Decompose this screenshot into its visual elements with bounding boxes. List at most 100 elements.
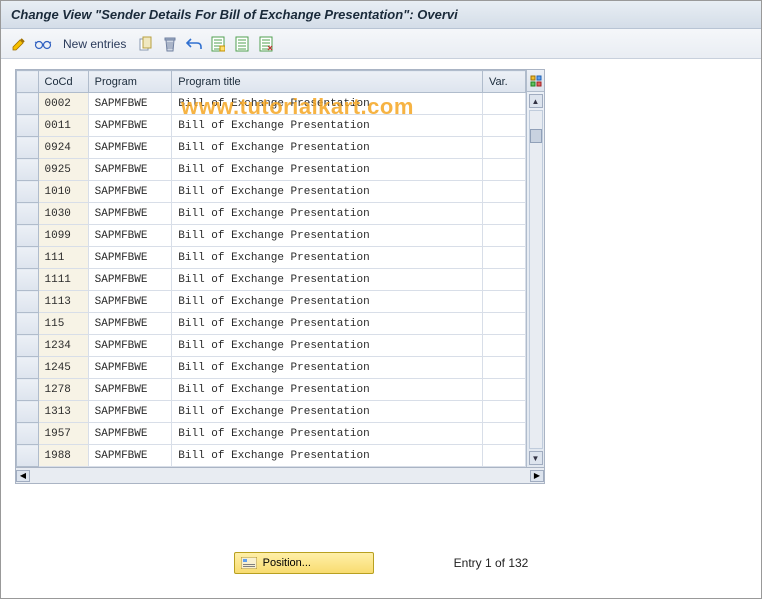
cell-program-title[interactable]: Bill of Exchange Presentation	[172, 115, 483, 137]
row-selector[interactable]	[17, 181, 39, 203]
cell-cocd[interactable]: 0002	[38, 93, 88, 115]
cell-cocd[interactable]: 1030	[38, 203, 88, 225]
cell-var[interactable]	[482, 445, 525, 467]
cell-program[interactable]: SAPMFBWE	[88, 225, 172, 247]
row-selector[interactable]	[17, 357, 39, 379]
cell-cocd[interactable]: 115	[38, 313, 88, 335]
cell-var[interactable]	[482, 247, 525, 269]
cell-var[interactable]	[482, 423, 525, 445]
scroll-up-icon[interactable]: ▲	[529, 94, 543, 108]
col-cocd[interactable]: CoCd	[38, 71, 88, 93]
col-var[interactable]: Var.	[482, 71, 525, 93]
table-row[interactable]: 1313SAPMFBWEBill of Exchange Presentatio…	[17, 401, 526, 423]
cell-program[interactable]: SAPMFBWE	[88, 137, 172, 159]
table-row[interactable]: 0002SAPMFBWEBill of Exchange Presentatio…	[17, 93, 526, 115]
horizontal-scrollbar[interactable]: ◀ ▶	[15, 468, 545, 484]
row-selector[interactable]	[17, 159, 39, 181]
table-row[interactable]: 1111SAPMFBWEBill of Exchange Presentatio…	[17, 269, 526, 291]
cell-program-title[interactable]: Bill of Exchange Presentation	[172, 203, 483, 225]
row-selector[interactable]	[17, 291, 39, 313]
table-row[interactable]: 1957SAPMFBWEBill of Exchange Presentatio…	[17, 423, 526, 445]
cell-cocd[interactable]: 1010	[38, 181, 88, 203]
deselect-all-icon[interactable]	[256, 34, 276, 54]
cell-program[interactable]: SAPMFBWE	[88, 269, 172, 291]
cell-program-title[interactable]: Bill of Exchange Presentation	[172, 181, 483, 203]
table-row[interactable]: 0925SAPMFBWEBill of Exchange Presentatio…	[17, 159, 526, 181]
row-selector[interactable]	[17, 137, 39, 159]
table-row[interactable]: 1245SAPMFBWEBill of Exchange Presentatio…	[17, 357, 526, 379]
scroll-track[interactable]	[529, 110, 543, 449]
cell-program-title[interactable]: Bill of Exchange Presentation	[172, 335, 483, 357]
delete-icon[interactable]	[160, 34, 180, 54]
table-row[interactable]: 1234SAPMFBWEBill of Exchange Presentatio…	[17, 335, 526, 357]
row-selector[interactable]	[17, 115, 39, 137]
display-change-icon[interactable]	[9, 34, 29, 54]
cell-var[interactable]	[482, 269, 525, 291]
row-selector[interactable]	[17, 203, 39, 225]
cell-program[interactable]: SAPMFBWE	[88, 445, 172, 467]
cell-program-title[interactable]: Bill of Exchange Presentation	[172, 159, 483, 181]
cell-program-title[interactable]: Bill of Exchange Presentation	[172, 93, 483, 115]
table-row[interactable]: 1099SAPMFBWEBill of Exchange Presentatio…	[17, 225, 526, 247]
cell-var[interactable]	[482, 335, 525, 357]
cell-cocd[interactable]: 1278	[38, 379, 88, 401]
table-row[interactable]: 115SAPMFBWEBill of Exchange Presentation	[17, 313, 526, 335]
row-selector[interactable]	[17, 379, 39, 401]
cell-var[interactable]	[482, 93, 525, 115]
cell-program-title[interactable]: Bill of Exchange Presentation	[172, 137, 483, 159]
cell-program-title[interactable]: Bill of Exchange Presentation	[172, 313, 483, 335]
row-selector[interactable]	[17, 423, 39, 445]
undo-icon[interactable]	[184, 34, 204, 54]
cell-cocd[interactable]: 0011	[38, 115, 88, 137]
row-selector[interactable]	[17, 445, 39, 467]
row-selector[interactable]	[17, 247, 39, 269]
position-button[interactable]: Position...	[234, 552, 374, 574]
cell-program[interactable]: SAPMFBWE	[88, 93, 172, 115]
cell-program-title[interactable]: Bill of Exchange Presentation	[172, 401, 483, 423]
cell-program[interactable]: SAPMFBWE	[88, 335, 172, 357]
cell-program[interactable]: SAPMFBWE	[88, 159, 172, 181]
cell-program-title[interactable]: Bill of Exchange Presentation	[172, 423, 483, 445]
cell-program-title[interactable]: Bill of Exchange Presentation	[172, 379, 483, 401]
cell-var[interactable]	[482, 137, 525, 159]
select-block-icon[interactable]	[232, 34, 252, 54]
col-selector[interactable]	[17, 71, 39, 93]
cell-cocd[interactable]: 1234	[38, 335, 88, 357]
cell-cocd[interactable]: 1111	[38, 269, 88, 291]
cell-program-title[interactable]: Bill of Exchange Presentation	[172, 225, 483, 247]
row-selector[interactable]	[17, 93, 39, 115]
new-entries-button[interactable]: New entries	[63, 37, 126, 51]
row-selector[interactable]	[17, 225, 39, 247]
cell-program-title[interactable]: Bill of Exchange Presentation	[172, 269, 483, 291]
cell-program[interactable]: SAPMFBWE	[88, 203, 172, 225]
cell-var[interactable]	[482, 357, 525, 379]
cell-program-title[interactable]: Bill of Exchange Presentation	[172, 247, 483, 269]
cell-var[interactable]	[482, 225, 525, 247]
scroll-down-icon[interactable]: ▼	[529, 451, 543, 465]
row-selector[interactable]	[17, 269, 39, 291]
cell-var[interactable]	[482, 181, 525, 203]
row-selector[interactable]	[17, 335, 39, 357]
cell-program[interactable]: SAPMFBWE	[88, 181, 172, 203]
scroll-left-icon[interactable]: ◀	[16, 470, 30, 482]
row-selector[interactable]	[17, 401, 39, 423]
col-program[interactable]: Program	[88, 71, 172, 93]
cell-cocd[interactable]: 1245	[38, 357, 88, 379]
cell-cocd[interactable]: 1099	[38, 225, 88, 247]
cell-cocd[interactable]: 1113	[38, 291, 88, 313]
table-row[interactable]: 1030SAPMFBWEBill of Exchange Presentatio…	[17, 203, 526, 225]
data-table[interactable]: CoCd Program Program title Var. 0002SAPM…	[16, 70, 526, 467]
row-selector[interactable]	[17, 313, 39, 335]
table-row[interactable]: 1010SAPMFBWEBill of Exchange Presentatio…	[17, 181, 526, 203]
cell-var[interactable]	[482, 291, 525, 313]
cell-program-title[interactable]: Bill of Exchange Presentation	[172, 291, 483, 313]
cell-program[interactable]: SAPMFBWE	[88, 379, 172, 401]
cell-var[interactable]	[482, 379, 525, 401]
cell-cocd[interactable]: 111	[38, 247, 88, 269]
table-row[interactable]: 111SAPMFBWEBill of Exchange Presentation	[17, 247, 526, 269]
cell-program[interactable]: SAPMFBWE	[88, 313, 172, 335]
cell-cocd[interactable]: 1957	[38, 423, 88, 445]
col-program-title[interactable]: Program title	[172, 71, 483, 93]
cell-program[interactable]: SAPMFBWE	[88, 291, 172, 313]
cell-cocd[interactable]: 0925	[38, 159, 88, 181]
